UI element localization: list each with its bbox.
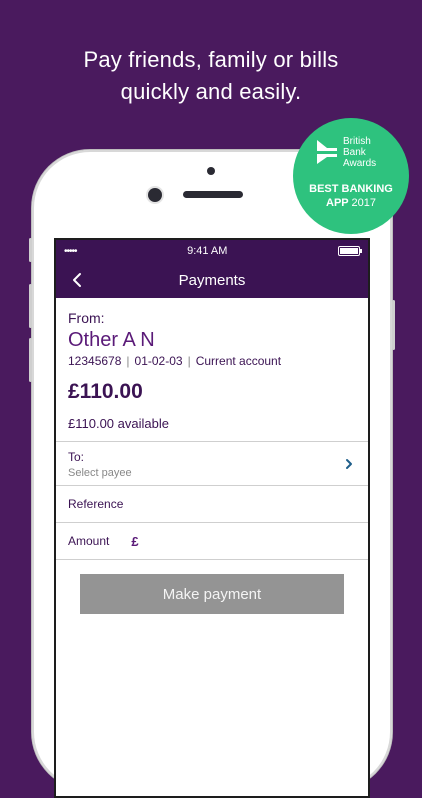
phone-speaker: [183, 191, 243, 198]
status-time: 9:41 AM: [187, 245, 228, 257]
phone-sensor: [207, 167, 215, 175]
currency-symbol: £: [131, 533, 139, 549]
phone-volume-up: [29, 284, 32, 328]
award-brand-line-3: Awards: [343, 158, 377, 169]
phone-power-button: [392, 300, 395, 350]
amount-field[interactable]: Amount £: [56, 523, 368, 560]
headline-line-1: Pay friends, family or bills: [83, 47, 339, 72]
page-title: Payments: [178, 271, 246, 289]
award-title-line-2: APP 2017: [293, 196, 409, 210]
from-label: From:: [68, 310, 105, 326]
award-badge: British Bank Awards BEST BANKING APP 201…: [293, 118, 409, 234]
chevron-left-icon[interactable]: [68, 270, 88, 290]
award-logo-icon: [317, 140, 337, 164]
award-brand-line-1: British: [343, 136, 371, 147]
award-year: 2017: [351, 197, 376, 209]
phone-volume-down: [29, 338, 32, 382]
chevron-right-icon: [346, 459, 352, 469]
make-payment-button[interactable]: Make payment: [80, 574, 344, 614]
award-category: APP: [326, 197, 349, 209]
phone-frame: ••••• 9:41 AM Payments From: Other A N 1…: [29, 150, 395, 798]
award-brand: British Bank Awards: [343, 136, 376, 169]
headline: Pay friends, family or bills quickly and…: [0, 44, 422, 108]
payee-placeholder: Select payee: [68, 467, 132, 479]
payee-selector[interactable]: To: Select payee: [56, 442, 368, 486]
account-number: 12345678: [68, 354, 122, 368]
award-brand-line-2: Bank: [343, 147, 366, 158]
phone-camera: [148, 188, 162, 202]
amount-label: Amount: [68, 534, 110, 548]
award-title-line-1: BEST BANKING: [309, 183, 393, 195]
phone-side-button: [29, 238, 32, 262]
nav-bar: Payments: [56, 262, 368, 298]
battery-icon: [338, 246, 362, 256]
reference-field[interactable]: Reference: [56, 486, 368, 523]
signal-indicator: •••••: [64, 245, 77, 257]
sort-code: 01-02-03: [134, 354, 183, 368]
reference-label: Reference: [68, 497, 124, 511]
divider: |: [187, 354, 191, 368]
app-screen: ••••• 9:41 AM Payments From: Other A N 1…: [54, 238, 370, 798]
account-details: 12345678 | 01-02-03 | Current account: [68, 354, 356, 368]
headline-line-2: quickly and easily.: [120, 79, 302, 104]
divider: |: [126, 354, 130, 368]
account-balance: £110.00: [68, 380, 143, 403]
status-bar: ••••• 9:41 AM: [56, 240, 368, 262]
award-title: BEST BANKING APP 2017: [293, 182, 409, 210]
account-holder-name: Other A N: [68, 329, 155, 351]
from-account-section: From: Other A N 12345678 | 01-02-03 | Curren…: [56, 298, 368, 442]
available-balance: £110.00 available: [68, 416, 169, 431]
to-label: To:: [68, 450, 85, 464]
account-type: Current account: [195, 354, 282, 368]
